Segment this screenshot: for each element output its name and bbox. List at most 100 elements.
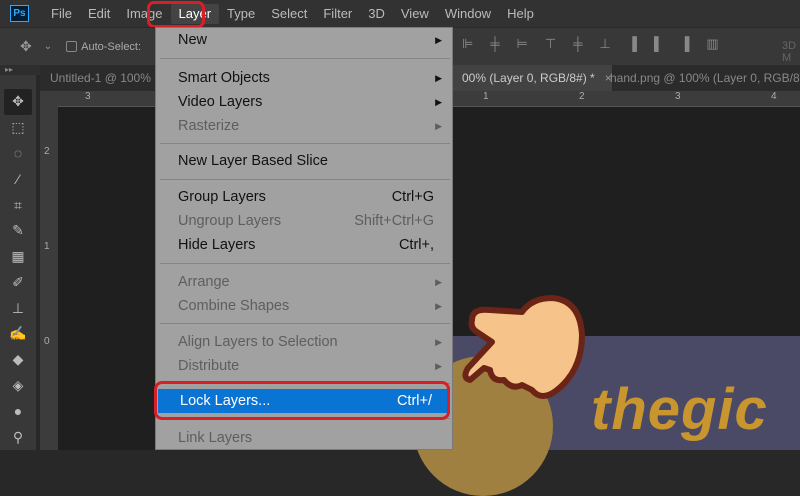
distribute-left-icon[interactable]: ▐ bbox=[628, 36, 637, 52]
menu-item-label: Align Layers to Selection bbox=[178, 334, 338, 350]
photoshop-logo: Ps bbox=[10, 5, 29, 22]
align-bottom-icon[interactable]: ⊥ bbox=[599, 36, 610, 52]
ruler-label: 0 bbox=[44, 336, 50, 347]
chevron-right-icon: ▶ bbox=[435, 361, 442, 371]
eraser-tool-icon[interactable]: ◆ bbox=[4, 347, 32, 373]
menu-type[interactable]: Type bbox=[219, 4, 263, 24]
menu-window[interactable]: Window bbox=[437, 4, 499, 24]
annotation-highlight-layer-menu bbox=[147, 1, 205, 28]
ruler-label: 1 bbox=[44, 241, 50, 252]
menu-item-shortcut: Ctrl+, bbox=[398, 237, 434, 253]
clone-stamp-tool-icon[interactable]: ⊥ bbox=[4, 295, 32, 321]
menu-item-label: New Layer Based Slice bbox=[178, 153, 328, 169]
tools-panel: ✥ ⬚ ◌ ⁄ ⌗ ✎ ▦ ✐ ⊥ ✍ ◆ ◈ ● ⚲ bbox=[0, 75, 36, 450]
menu-item-label: Ungroup Layers bbox=[178, 213, 282, 229]
menu-item-label: Rasterize bbox=[178, 118, 240, 134]
menu-item-label: Hide Layers bbox=[178, 237, 256, 253]
align-hcenter-icon[interactable]: ╪ bbox=[490, 36, 499, 52]
ruler-label: 1 bbox=[483, 91, 489, 102]
align-distribute-icons: ⊫ ╪ ⊨ ⊤ ╪ ⊥ ▐ ▌ ▐ ▥ bbox=[462, 36, 719, 52]
menu-edit[interactable]: Edit bbox=[80, 4, 118, 24]
menu-3d[interactable]: 3D bbox=[360, 4, 393, 24]
menu-separator bbox=[160, 263, 450, 264]
tab-active-document[interactable]: 00% (Layer 0, RGB/8#) * × bbox=[452, 65, 612, 91]
menu-item-combine-shapes: Combine Shapes ▶ bbox=[156, 294, 452, 318]
align-vcenter-icon[interactable]: ╪ bbox=[573, 36, 582, 52]
menu-view[interactable]: View bbox=[393, 4, 437, 24]
menu-item-new-layer-based-slice[interactable]: New Layer Based Slice bbox=[156, 149, 452, 173]
ruler-label: 3 bbox=[675, 91, 681, 102]
auto-select-checkbox[interactable]: Auto-Select: bbox=[66, 41, 141, 53]
menu-item-label: Distribute bbox=[178, 358, 240, 374]
collapse-panel-icon[interactable]: ▸▸ bbox=[0, 65, 40, 75]
distribute-right-icon[interactable]: ▐ bbox=[680, 36, 689, 52]
auto-select-label: Auto-Select: bbox=[81, 40, 142, 53]
marquee-tool-icon[interactable]: ⬚ bbox=[4, 115, 32, 141]
chevron-right-icon: ▶ bbox=[435, 277, 442, 287]
chevron-right-icon: ▶ bbox=[435, 301, 442, 311]
magic-wand-tool-icon[interactable]: ⁄ bbox=[4, 166, 32, 192]
menu-file[interactable]: File bbox=[43, 4, 80, 24]
move-tool-icon[interactable]: ✥ bbox=[20, 38, 32, 55]
brush-tool-icon[interactable]: ✐ bbox=[4, 269, 32, 295]
menu-item-arrange: Arrange ▶ bbox=[156, 270, 452, 294]
paint-bucket-tool-icon[interactable]: ◈ bbox=[4, 373, 32, 399]
menu-separator bbox=[160, 143, 450, 144]
3d-mode-label: 3D M bbox=[782, 40, 797, 64]
menu-item-video-layers[interactable]: Video Layers ▶ bbox=[156, 90, 452, 114]
history-brush-tool-icon[interactable]: ✍ bbox=[4, 321, 32, 347]
align-left-icon[interactable]: ⊫ bbox=[462, 36, 473, 52]
ruler-label: 4 bbox=[771, 91, 777, 102]
menu-item-smart-objects[interactable]: Smart Objects ▶ bbox=[156, 66, 452, 90]
menu-item-shortcut: Shift+Ctrl+G bbox=[354, 213, 434, 229]
ruler-label: 2 bbox=[579, 91, 585, 102]
menu-item-hide-layers[interactable]: Hide Layers Ctrl+, bbox=[156, 233, 452, 257]
menu-item-new[interactable]: New ▶ bbox=[156, 28, 452, 52]
menu-separator bbox=[160, 58, 450, 59]
dodge-tool-icon[interactable]: ⚲ bbox=[4, 424, 32, 450]
tab-label: 00% (Layer 0, RGB/8#) * bbox=[462, 71, 595, 85]
menu-item-label: New bbox=[178, 32, 208, 48]
menu-item-label: Link Layers bbox=[178, 430, 253, 446]
menu-item-ungroup-layers: Ungroup Layers Shift+Ctrl+G bbox=[156, 209, 452, 233]
healing-brush-tool-icon[interactable]: ▦ bbox=[4, 244, 32, 270]
align-top-icon[interactable]: ⊤ bbox=[545, 36, 556, 52]
menu-bar: Ps File Edit Image Layer Type Select Fil… bbox=[0, 0, 800, 27]
chevron-down-icon[interactable]: ⌄ bbox=[44, 41, 52, 52]
annotation-highlight-lock-layers bbox=[154, 381, 450, 420]
crop-tool-icon[interactable]: ⌗ bbox=[4, 192, 32, 218]
menu-help[interactable]: Help bbox=[499, 4, 542, 24]
menu-separator bbox=[160, 323, 450, 324]
distribute-hcenter-icon[interactable]: ▌ bbox=[654, 36, 663, 52]
menu-item-label: Group Layers bbox=[178, 189, 266, 205]
chevron-right-icon: ▶ bbox=[435, 121, 442, 131]
blur-tool-icon[interactable]: ● bbox=[4, 398, 32, 424]
menu-item-align-layers-to-selection: Align Layers to Selection ▶ bbox=[156, 330, 452, 354]
align-right-icon[interactable]: ⊨ bbox=[517, 36, 528, 52]
menu-item-label: Arrange bbox=[178, 274, 230, 290]
chevron-right-icon: ▶ bbox=[435, 35, 442, 45]
ruler-label: 3 bbox=[85, 91, 91, 102]
menu-item-label: Smart Objects bbox=[178, 70, 270, 86]
tab-hand-png[interactable]: hand.png @ 100% (Layer 0, RGB/8) bbox=[600, 65, 800, 91]
logo-text: thegic bbox=[591, 377, 768, 442]
tab-untitled-1[interactable]: Untitled-1 @ 100% ( bbox=[40, 65, 158, 91]
menu-item-group-layers[interactable]: Group Layers Ctrl+G bbox=[156, 185, 452, 209]
eyedropper-tool-icon[interactable]: ✎ bbox=[4, 218, 32, 244]
menu-separator bbox=[160, 179, 450, 180]
menu-item-shortcut: Ctrl+G bbox=[391, 189, 434, 205]
chevron-right-icon: ▶ bbox=[435, 337, 442, 347]
vertical-ruler: 2 1 0 bbox=[40, 91, 58, 450]
move-tool-icon[interactable]: ✥ bbox=[4, 89, 32, 115]
menu-item-link-layers: Link Layers bbox=[156, 426, 452, 450]
menu-filter[interactable]: Filter bbox=[315, 4, 360, 24]
chevron-right-icon: ▶ bbox=[435, 97, 442, 107]
menu-item-distribute: Distribute ▶ bbox=[156, 354, 452, 378]
menu-select[interactable]: Select bbox=[263, 4, 315, 24]
auto-align-icon[interactable]: ▥ bbox=[706, 36, 718, 52]
lasso-tool-icon[interactable]: ◌ bbox=[4, 141, 32, 167]
menu-item-rasterize: Rasterize ▶ bbox=[156, 114, 452, 138]
ruler-label: 2 bbox=[44, 146, 50, 157]
chevron-right-icon: ▶ bbox=[435, 73, 442, 83]
pointing-hand-icon bbox=[462, 295, 585, 399]
